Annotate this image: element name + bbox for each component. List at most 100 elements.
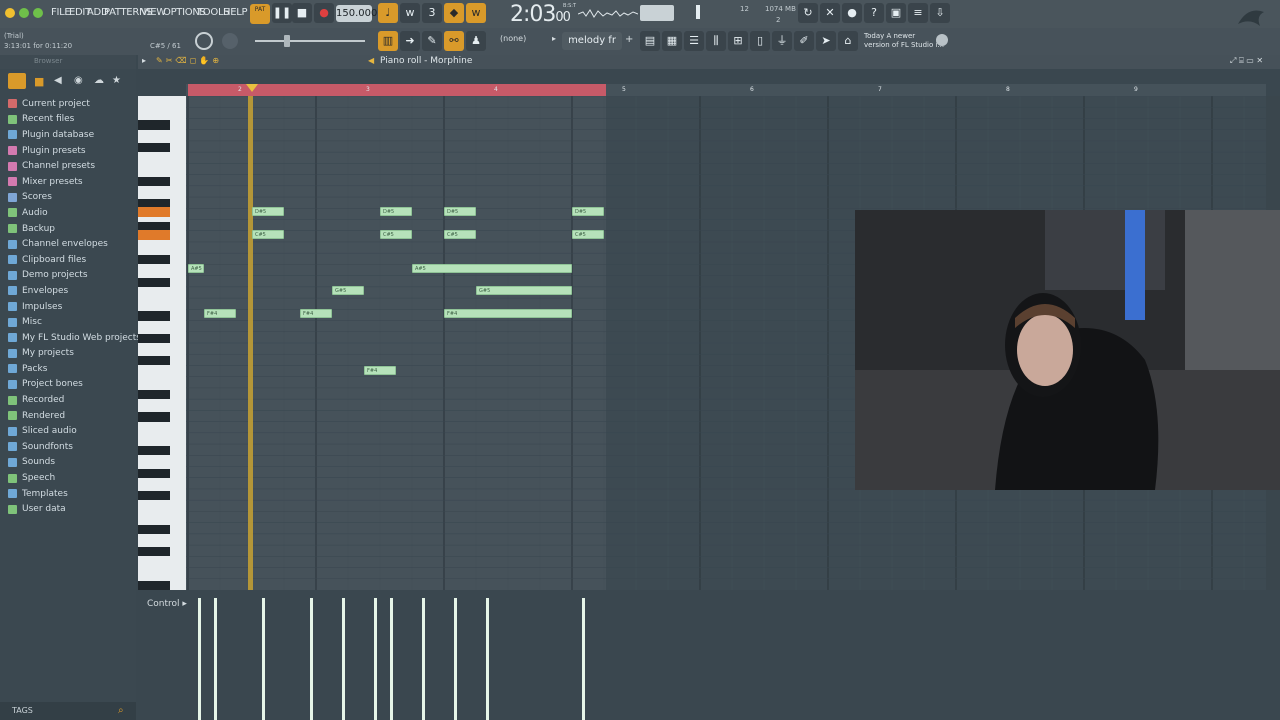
browser-item[interactable]: Sliced audio [8, 423, 134, 439]
browser-item[interactable]: Rendered [8, 408, 134, 424]
help-icon[interactable]: ? [864, 3, 884, 23]
black-key[interactable] [138, 356, 170, 366]
velocity-bar[interactable] [342, 598, 345, 720]
overdub-icon[interactable]: w [466, 3, 486, 23]
piano-roll-note[interactable]: C#5 [444, 230, 476, 239]
snap-select[interactable]: (none) [500, 34, 526, 43]
arrow-right-icon[interactable]: ➜ [400, 31, 420, 51]
brush-icon[interactable]: ✐ [794, 31, 814, 51]
save-icon[interactable]: ▣ [886, 3, 906, 23]
black-key[interactable] [138, 142, 170, 153]
browser-item[interactable]: Clipboard files [8, 252, 134, 268]
playhead-marker-icon[interactable] [246, 84, 258, 92]
main-volume-knob[interactable] [222, 33, 238, 49]
browser-item[interactable]: Sounds [8, 455, 134, 471]
browser-audio-icon[interactable]: ◉ [74, 75, 83, 86]
refresh-icon[interactable]: ↻ [798, 3, 818, 23]
menu-file[interactable]: FILE [51, 7, 71, 18]
browser-item[interactable]: Recent files [8, 112, 134, 128]
play-icon[interactable]: ▸ [552, 34, 556, 43]
browser-plugin-icon[interactable]: ◀ [54, 75, 62, 86]
piano-roll-tools-icon[interactable]: ✎✂⌫◻✋⊕ [156, 56, 222, 65]
browser-item[interactable]: My projects [8, 346, 134, 362]
download-icon[interactable]: ⇩ [930, 3, 950, 23]
window-dot-icon[interactable] [33, 8, 43, 18]
globe-icon[interactable] [936, 34, 948, 46]
wait-input-icon[interactable]: w [400, 3, 420, 23]
piano-roll-note[interactable]: D#5 [380, 207, 412, 216]
pause-button[interactable]: ❚❚ [272, 3, 292, 23]
black-key[interactable] [138, 277, 170, 287]
browser-item[interactable]: Packs [8, 361, 134, 377]
window-controls-icon[interactable]: ⤢ ⌸ ▭ ✕ [1230, 56, 1263, 66]
search-icon[interactable]: ⌕ [118, 705, 124, 716]
browser-item[interactable]: Templates [8, 486, 134, 502]
velocity-bar[interactable] [422, 598, 425, 720]
velocity-bar[interactable] [582, 598, 585, 720]
black-key[interactable] [138, 468, 170, 478]
piano-roll-note[interactable]: A#5 [188, 264, 204, 273]
browser-item[interactable]: Demo projects [8, 268, 134, 284]
browser-item[interactable]: Backup [8, 221, 134, 237]
browser-item[interactable]: Speech [8, 470, 134, 486]
piano-roll-view-icon[interactable]: ▥ [378, 31, 398, 51]
file-icon[interactable]: ▯ [750, 31, 770, 51]
mixer-icon[interactable]: ≡ [908, 3, 928, 23]
metronome-icon[interactable]: ♩ [378, 3, 398, 23]
piano-roll-note[interactable]: D#5 [572, 207, 604, 216]
black-key[interactable] [138, 333, 170, 343]
main-pitch-knob[interactable] [195, 32, 213, 50]
master-pitch-slider[interactable] [255, 40, 365, 42]
piano-roll-note[interactable]: C#5 [572, 230, 604, 239]
stamp-icon[interactable]: ♟ [466, 31, 486, 51]
playlist-icon[interactable]: ▤ [640, 31, 660, 51]
step-edit-icon[interactable]: ◆ [444, 3, 464, 23]
piano-roll-note[interactable]: D#5 [444, 207, 476, 216]
browser-item[interactable]: My FL Studio Web projects [8, 330, 141, 346]
browser-item[interactable]: Current project [8, 96, 134, 112]
tempo-display[interactable]: 150.000 [336, 5, 377, 22]
piano-roll-note[interactable]: G#5 [476, 286, 572, 295]
browser-item[interactable]: Recorded [8, 392, 134, 408]
browser-item[interactable]: Audio [8, 205, 134, 221]
news-icon[interactable]: ⌂ [838, 31, 858, 51]
black-key[interactable] [138, 490, 170, 501]
control-selector[interactable]: Control ▸ [147, 599, 187, 609]
black-key[interactable] [138, 120, 170, 130]
highlighted-key[interactable] [138, 230, 170, 240]
black-key[interactable] [138, 389, 170, 400]
velocity-bar[interactable] [262, 598, 265, 720]
piano-roll-note[interactable]: C#5 [380, 230, 412, 239]
browser-item[interactable]: Envelopes [8, 283, 134, 299]
piano-roll-note[interactable]: C#5 [252, 230, 284, 239]
velocity-bar[interactable] [454, 598, 457, 720]
browser-item[interactable]: Impulses [8, 299, 134, 315]
microphone-icon[interactable]: ● [842, 3, 862, 23]
browser-item[interactable]: Misc [8, 314, 134, 330]
slider-handle[interactable] [284, 35, 290, 47]
piano-roll-note[interactable]: A#5 [412, 264, 572, 273]
browser-item[interactable]: Mixer presets [8, 174, 134, 190]
black-key[interactable] [138, 255, 170, 265]
black-key[interactable] [138, 311, 170, 321]
browser-star-icon[interactable]: ★ [112, 75, 121, 86]
browser-item[interactable]: Plugin database [8, 127, 134, 143]
song-position-clock[interactable]: 2:0300 [510, 2, 571, 27]
velocity-bar[interactable] [486, 598, 489, 720]
black-key[interactable] [138, 580, 170, 590]
piano-roll-note[interactable]: G#5 [332, 286, 364, 295]
black-key[interactable] [138, 547, 170, 557]
draw-icon[interactable]: ✎ [422, 31, 442, 51]
plug-icon[interactable]: ⏚ [772, 31, 792, 51]
tools-icon[interactable]: ✕ [820, 3, 840, 23]
piano-roll-note[interactable]: F#4 [204, 309, 236, 318]
black-key[interactable] [138, 446, 170, 456]
browser-item[interactable]: Soundfonts [8, 439, 134, 455]
pattern-selector[interactable]: melody fr [562, 32, 622, 50]
highlighted-key[interactable] [138, 207, 170, 217]
piano-roll-note[interactable]: D#5 [252, 207, 284, 216]
record-button[interactable]: ● [314, 3, 334, 23]
menu-help[interactable]: HELP [223, 7, 248, 18]
piano-roll-note[interactable]: F#4 [364, 366, 396, 375]
send-icon[interactable]: ➤ [816, 31, 836, 51]
